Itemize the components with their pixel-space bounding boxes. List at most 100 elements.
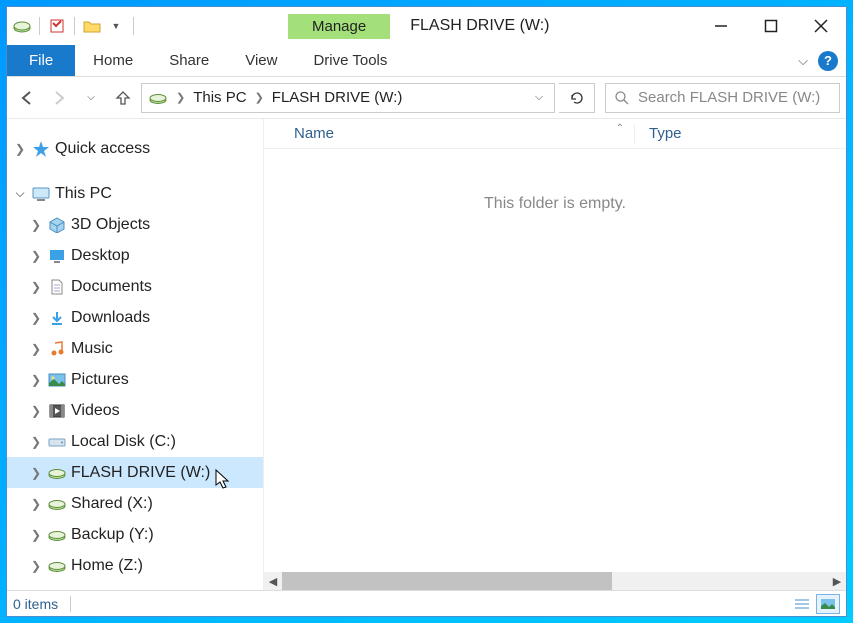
chevron-right-icon[interactable]: ❯ — [174, 91, 187, 104]
tree-label: Documents — [71, 278, 152, 296]
ribbon-context-tab[interactable]: Manage — [288, 14, 390, 39]
tree-flash-drive-w[interactable]: ❯ FLASH DRIVE (W:) — [7, 457, 263, 488]
navigation-pane[interactable]: ❯ Quick access ⌵ This PC ❯ 3D Objects ❯ De… — [7, 119, 263, 590]
tree-this-pc[interactable]: ⌵ This PC — [7, 178, 263, 209]
address-bar[interactable]: ❯ This PC ❯ FLASH DRIVE (W:) ⌵ — [141, 83, 555, 113]
properties-icon[interactable] — [46, 15, 68, 37]
item-count: 0 items — [13, 596, 58, 612]
tree-label: Downloads — [71, 309, 150, 327]
qat-dropdown-icon[interactable]: ▼ — [105, 15, 127, 37]
chevron-right-icon[interactable]: ❯ — [29, 342, 43, 356]
drive-icon[interactable] — [11, 15, 33, 37]
thumbnails-view-button[interactable] — [816, 594, 840, 614]
column-headers: Name⌃ Type — [264, 119, 846, 149]
tree-home-z[interactable]: ❯ Home (Z:) — [7, 550, 263, 581]
music-icon — [47, 339, 67, 359]
chevron-down-icon[interactable]: ⌵ — [13, 186, 27, 201]
tree-3d-objects[interactable]: ❯ 3D Objects — [7, 209, 263, 240]
tree-downloads[interactable]: ❯ Downloads — [7, 302, 263, 333]
details-view-button[interactable] — [790, 594, 814, 614]
tree-desktop[interactable]: ❯ Desktop — [7, 240, 263, 271]
horizontal-scrollbar[interactable]: ◀ ▶ — [264, 572, 846, 590]
tab-share[interactable]: Share — [151, 45, 227, 76]
chevron-right-icon[interactable]: ❯ — [29, 497, 43, 511]
content-pane: Name⌃ Type This folder is empty. ◀ ▶ — [263, 119, 846, 590]
ribbon-expand-icon[interactable]: ⌵ — [798, 53, 808, 69]
chevron-right-icon[interactable]: ❯ — [29, 435, 43, 449]
tree-label: Videos — [71, 402, 120, 420]
column-type[interactable]: Type — [635, 125, 682, 142]
new-folder-icon[interactable] — [81, 15, 103, 37]
breadcrumb-root[interactable]: This PC — [193, 89, 246, 106]
explorer-window: ▼ Manage FLASH DRIVE (W:) File Home Shar… — [6, 6, 847, 617]
tree-label: Home (Z:) — [71, 557, 143, 575]
tree-label: Backup (Y:) — [71, 526, 154, 544]
search-icon — [614, 90, 630, 106]
chevron-right-icon[interactable]: ❯ — [29, 404, 43, 418]
tab-home[interactable]: Home — [75, 45, 151, 76]
tree-shared-x[interactable]: ❯ Shared (X:) — [7, 488, 263, 519]
cube-icon — [47, 215, 67, 235]
breadcrumb-current[interactable]: FLASH DRIVE (W:) — [272, 89, 403, 106]
scroll-right-icon[interactable]: ▶ — [828, 572, 846, 590]
tree-label: Pictures — [71, 371, 129, 389]
drive-icon — [148, 88, 168, 108]
chevron-right-icon[interactable]: ❯ — [29, 373, 43, 387]
ribbon-tabs: File Home Share View Drive Tools ⌵ ? — [7, 45, 846, 77]
address-bar-row: ⌵ ❯ This PC ❯ FLASH DRIVE (W:) ⌵ Search … — [7, 77, 846, 119]
drive-icon — [47, 494, 67, 514]
chevron-right-icon[interactable]: ❯ — [29, 528, 43, 542]
empty-folder-message: This folder is empty. — [264, 195, 846, 213]
body: ❯ Quick access ⌵ This PC ❯ 3D Objects ❯ De… — [7, 119, 846, 590]
tree-pictures[interactable]: ❯ Pictures — [7, 364, 263, 395]
forward-button[interactable] — [45, 84, 73, 112]
chevron-right-icon[interactable]: ❯ — [29, 311, 43, 325]
chevron-right-icon[interactable]: ❯ — [13, 142, 27, 156]
scroll-thumb[interactable] — [282, 572, 612, 590]
tree-videos[interactable]: ❯ Videos — [7, 395, 263, 426]
chevron-right-icon[interactable]: ❯ — [29, 218, 43, 232]
drive-icon — [47, 556, 67, 576]
address-dropdown-icon[interactable]: ⌵ — [530, 91, 548, 104]
tab-file[interactable]: File — [7, 45, 75, 76]
tab-drive-tools[interactable]: Drive Tools — [295, 45, 405, 76]
scroll-left-icon[interactable]: ◀ — [264, 572, 282, 590]
chevron-right-icon[interactable]: ❯ — [29, 249, 43, 263]
tree-quick-access[interactable]: ❯ Quick access — [7, 133, 263, 164]
tree-label: 3D Objects — [71, 216, 150, 234]
tab-view[interactable]: View — [227, 45, 295, 76]
recent-dropdown-icon[interactable]: ⌵ — [77, 84, 105, 112]
tree-label: Shared (X:) — [71, 495, 153, 513]
tree-documents[interactable]: ❯ Documents — [7, 271, 263, 302]
tree-label: This PC — [55, 185, 112, 203]
tree-backup-y[interactable]: ❯ Backup (Y:) — [7, 519, 263, 550]
search-placeholder: Search FLASH DRIVE (W:) — [638, 89, 820, 106]
status-bar: 0 items — [7, 590, 846, 616]
maximize-button[interactable] — [746, 8, 796, 44]
search-input[interactable]: Search FLASH DRIVE (W:) — [605, 83, 840, 113]
up-button[interactable] — [109, 84, 137, 112]
tree-local-disk-c[interactable]: ❯ Local Disk (C:) — [7, 426, 263, 457]
videos-icon — [47, 401, 67, 421]
window-controls — [696, 8, 846, 44]
disk-icon — [47, 432, 67, 452]
chevron-right-icon[interactable]: ❯ — [29, 559, 43, 573]
tree-label: Desktop — [71, 247, 130, 265]
minimize-button[interactable] — [696, 8, 746, 44]
tree-music[interactable]: ❯ Music — [7, 333, 263, 364]
column-name[interactable]: Name⌃ — [264, 125, 634, 142]
chevron-right-icon[interactable]: ❯ — [29, 280, 43, 294]
chevron-right-icon[interactable]: ❯ — [29, 466, 43, 480]
refresh-button[interactable] — [559, 83, 595, 113]
pictures-icon — [47, 370, 67, 390]
help-button[interactable]: ? — [818, 51, 838, 71]
title-bar: ▼ Manage FLASH DRIVE (W:) — [7, 7, 846, 45]
back-button[interactable] — [13, 84, 41, 112]
close-button[interactable] — [796, 8, 846, 44]
tree-label: Music — [71, 340, 113, 358]
chevron-right-icon[interactable]: ❯ — [253, 91, 266, 104]
download-icon — [47, 308, 67, 328]
drive-icon — [47, 463, 67, 483]
tree-label: Local Disk (C:) — [71, 433, 176, 451]
tree-label: FLASH DRIVE (W:) — [71, 464, 210, 482]
